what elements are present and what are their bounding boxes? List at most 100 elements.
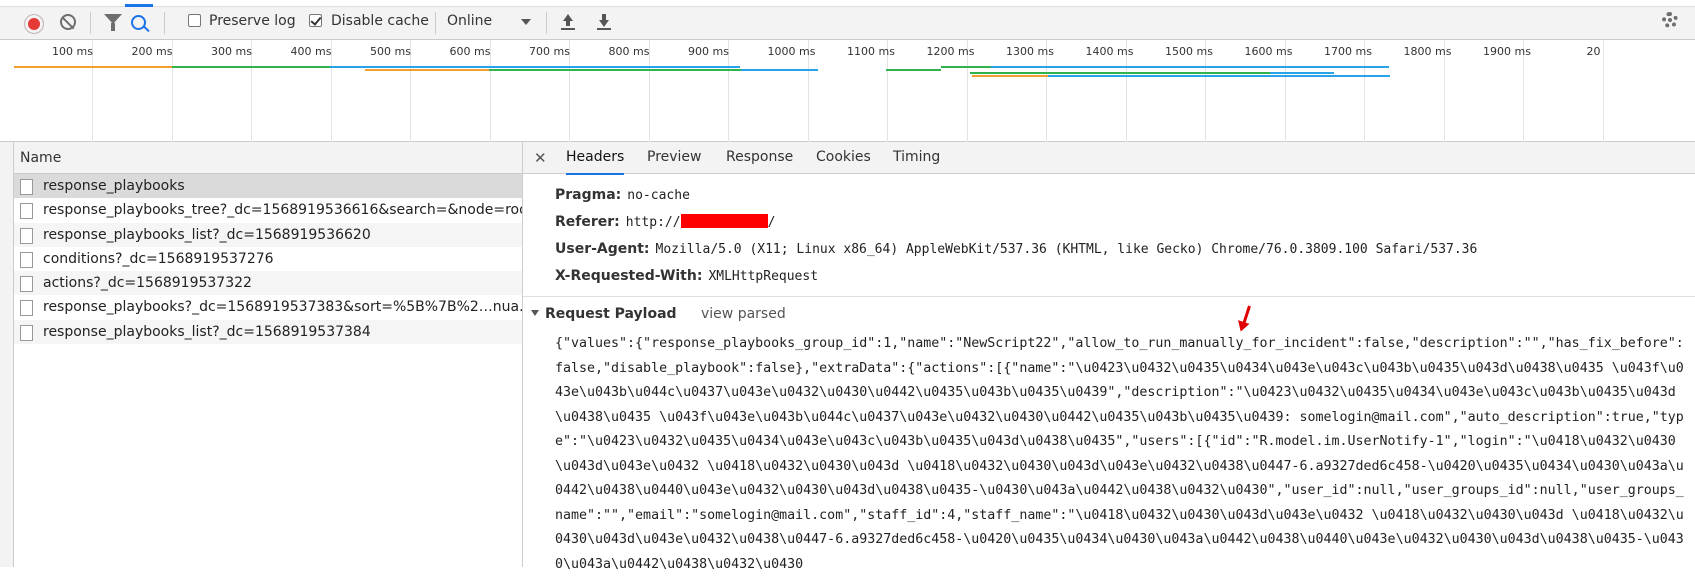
header-value: no-cache (627, 188, 690, 203)
header-key: Referer: (555, 214, 620, 230)
header-key: User-Agent: (555, 241, 650, 257)
timeline-tick-label: 100 ms (52, 45, 93, 58)
tab-preview[interactable]: Preview (647, 142, 702, 173)
header-row-user-agent: User-Agent: Mozilla/5.0 (X11; Linux x86_6… (555, 241, 1477, 257)
request-name: response_playbooks_list?_dc=156891953662… (43, 226, 371, 243)
tab-response[interactable]: Response (726, 142, 793, 173)
timeline-tick-label: 1800 ms (1403, 45, 1452, 58)
view-parsed-link[interactable]: view parsed (701, 306, 786, 322)
toolbar-divider (90, 12, 91, 34)
timeline-tick-label: 900 ms (688, 45, 729, 58)
request-row[interactable]: response_playbooks_tree?_dc=156891953661… (14, 198, 522, 222)
tab-cookies[interactable]: Cookies (816, 142, 871, 173)
timeline-tick-label: 1600 ms (1244, 45, 1293, 58)
timeline-tick-label: 1500 ms (1165, 45, 1213, 58)
request-name: response_playbooks_tree?_dc=156891953661… (43, 202, 522, 219)
waterfall-bar (972, 75, 1048, 77)
request-row[interactable]: conditions?_dc=1568919537276 (14, 247, 522, 271)
preserve-log-checkbox[interactable] (188, 14, 201, 27)
section-title: Request Payload (545, 306, 677, 322)
header-key: X-Requested-With: (555, 268, 703, 284)
timeline-tick-label: 700 ms (529, 45, 570, 58)
throttling-select[interactable]: Online (447, 13, 492, 29)
disable-cache-label[interactable]: Disable cache (331, 13, 429, 29)
document-icon (20, 203, 33, 220)
request-name: response_playbooks (43, 178, 185, 194)
header-value-suffix: / (767, 215, 776, 230)
waterfall-bar (1048, 75, 1390, 77)
waterfall-bar (991, 66, 1389, 68)
timeline-tick-label: 800 ms (608, 45, 650, 58)
document-icon (20, 324, 33, 341)
request-payload-toggle[interactable]: Request Payload (531, 306, 677, 322)
section-divider (523, 296, 1695, 297)
network-toolbar: Preserve log Disable cache Online (0, 0, 1695, 40)
request-detail-pane: ✕ Headers Preview Response Cookies Timin… (523, 142, 1695, 572)
waterfall-bar (941, 66, 991, 68)
request-row[interactable]: response_playbooks_list?_dc=156891953662… (14, 222, 522, 247)
waterfall-bar (330, 66, 740, 68)
header-value: Mozilla/5.0 (X11; Linux x86_64) AppleWeb… (655, 242, 1478, 257)
timeline-gridline (1602, 40, 1604, 142)
redacted-block (680, 214, 768, 228)
waterfall-bar (886, 69, 941, 71)
timeline-overview[interactable]: 100 ms 200 ms 300 ms 400 ms 500 ms 600 ms 700 … (0, 40, 1695, 142)
waterfall-bar (741, 69, 818, 71)
timeline-tick-label: 200 ms (131, 45, 173, 58)
name-column-header[interactable]: Name (14, 142, 522, 174)
request-name: response_playbooks?_dc=1568919537383&sor… (43, 299, 522, 316)
document-icon (20, 227, 33, 244)
request-name: actions?_dc=1568919537322 (43, 275, 252, 292)
export-har-icon[interactable] (597, 14, 611, 30)
timeline-tick-label: 1200 ms (926, 45, 975, 58)
requests-list: Name response_playbooks response_playbook… (14, 142, 523, 567)
header-row-pragma: Pragma: no-cache (555, 187, 690, 203)
header-row-x-requested-with: X-Requested-With: XMLHttpRequest (555, 268, 818, 284)
timeline-tick-label: 500 ms (370, 45, 411, 58)
request-row[interactable]: response_playbooks?_dc=1568919537383&sor… (14, 295, 522, 319)
disable-cache-checkbox[interactable] (309, 14, 322, 27)
waterfall-bar (489, 69, 741, 71)
timeline-tick-label: 1300 ms (1006, 45, 1054, 58)
header-value: XMLHttpRequest (708, 269, 819, 284)
search-icon (131, 15, 146, 30)
waterfall-bar (365, 69, 489, 71)
toolbar-divider (435, 12, 436, 34)
request-row[interactable]: response_playbooks (14, 174, 522, 199)
timeline-tick-label: 20 (1586, 45, 1601, 58)
timeline-tick-label: 1100 ms (847, 45, 895, 58)
waterfall-bar (1270, 72, 1334, 74)
toolbar-divider (546, 12, 547, 34)
top-strip (0, 0, 1695, 7)
header-value: http:// (625, 215, 681, 230)
chevron-down-icon[interactable] (521, 19, 531, 25)
header-key: Pragma: (555, 187, 622, 203)
request-row[interactable]: actions?_dc=1568919537322 (14, 271, 522, 296)
tab-timing[interactable]: Timing (893, 142, 940, 173)
timeline-tick-label: 400 ms (290, 45, 332, 58)
toolbar-divider (164, 12, 165, 34)
preserve-log-label[interactable]: Preserve log (209, 13, 296, 29)
timeline-tick-label: 1000 ms (767, 45, 816, 58)
waterfall-bar (14, 66, 172, 68)
record-icon[interactable] (25, 15, 43, 33)
tab-headers[interactable]: Headers (566, 142, 625, 175)
timeline-tick-label: 1400 ms (1085, 45, 1134, 58)
gear-icon[interactable] (1662, 12, 1678, 28)
request-payload-text: {"values":{"response_playbooks_group_id"… (555, 336, 1684, 572)
request-name: response_playbooks_list?_dc=156891953738… (43, 323, 371, 340)
triangle-down-icon (531, 310, 539, 316)
timeline-tick-label: 1900 ms (1483, 45, 1531, 58)
filter-icon[interactable] (104, 14, 122, 31)
search-toggle[interactable] (125, 4, 153, 40)
clear-icon[interactable] (60, 14, 76, 30)
request-name: conditions?_dc=1568919537276 (43, 250, 274, 267)
close-icon[interactable]: ✕ (534, 149, 547, 167)
document-icon (20, 251, 33, 268)
document-icon (20, 179, 33, 195)
document-icon (20, 276, 33, 293)
request-row[interactable]: response_playbooks_list?_dc=156891953738… (14, 319, 522, 345)
waterfall-bar (970, 72, 1270, 74)
import-har-icon[interactable] (561, 14, 575, 30)
timeline-tick-label: 1700 ms (1324, 45, 1372, 58)
